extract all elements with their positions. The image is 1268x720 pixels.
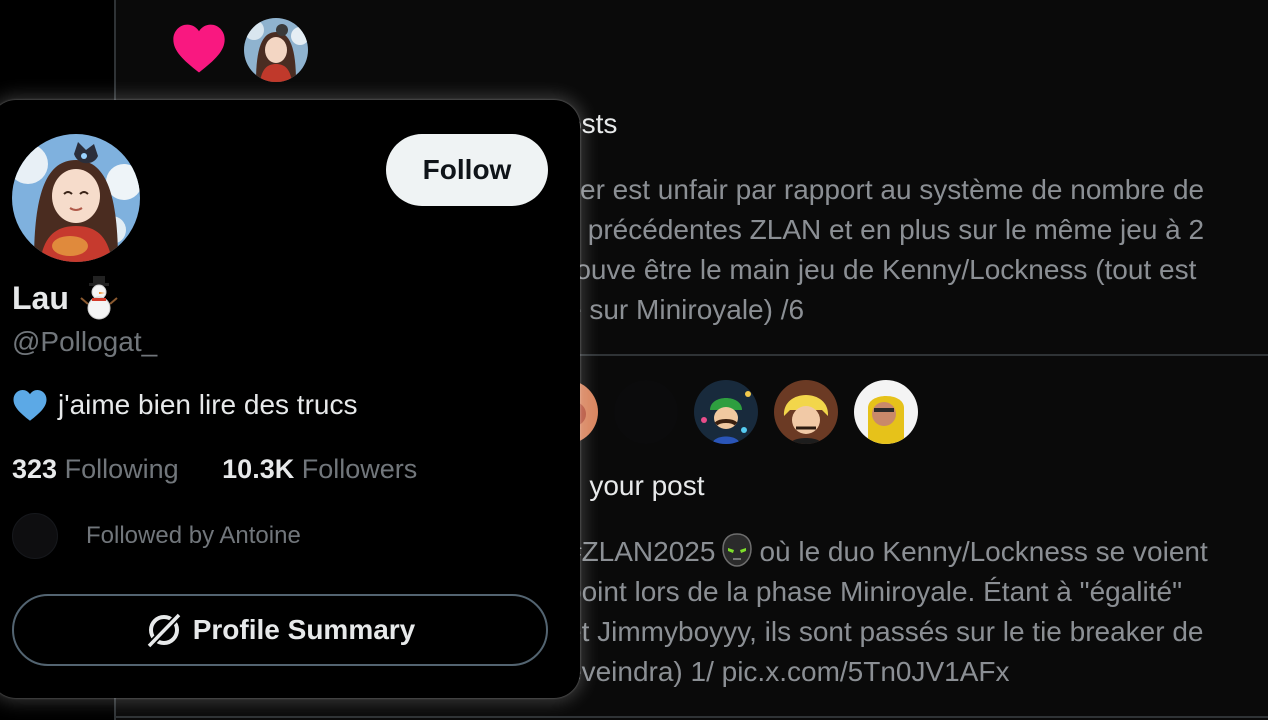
user-handle[interactable]: @Pollogat_ (12, 326, 157, 358)
profile-hover-card: Follow Lau @Pollogat_ j'aime bien lire d… (0, 100, 580, 698)
notification-body: #ZLAN2025 où le duo Kenny/Lockness se vo… (566, 532, 1208, 692)
profile-bio: j'aime bien lire des trucs (12, 388, 357, 422)
avatar[interactable] (854, 380, 918, 444)
blue-heart-icon (13, 390, 47, 421)
hashtag-link[interactable]: #ZLAN2025 (566, 536, 715, 567)
divider (116, 716, 1268, 718)
heart-icon (173, 24, 225, 73)
avatar-row (534, 380, 1166, 444)
notification-title: d your post (566, 470, 705, 501)
notification-body: ker est unfair par rapport au système de… (566, 174, 1205, 325)
avatar[interactable] (244, 18, 308, 82)
followed-by[interactable]: Followed by Antoine (12, 513, 301, 559)
profile-avatar[interactable] (12, 134, 140, 262)
display-name[interactable]: Lau (12, 276, 119, 320)
follower-avatar (12, 513, 58, 559)
following-link[interactable]: 323 Following (12, 454, 179, 485)
grok-icon (146, 612, 182, 649)
follow-stats: 323 Following 10.3K Followers (12, 454, 417, 485)
avatar[interactable] (694, 380, 758, 444)
snowman-icon (80, 276, 118, 320)
followers-link[interactable]: 10.3K Followers (222, 454, 417, 485)
follow-button[interactable]: Follow (386, 134, 548, 206)
profile-summary-button[interactable]: Profile Summary (12, 594, 548, 666)
mask-icon (722, 533, 753, 567)
avatar[interactable] (614, 380, 678, 444)
avatar[interactable] (774, 380, 838, 444)
